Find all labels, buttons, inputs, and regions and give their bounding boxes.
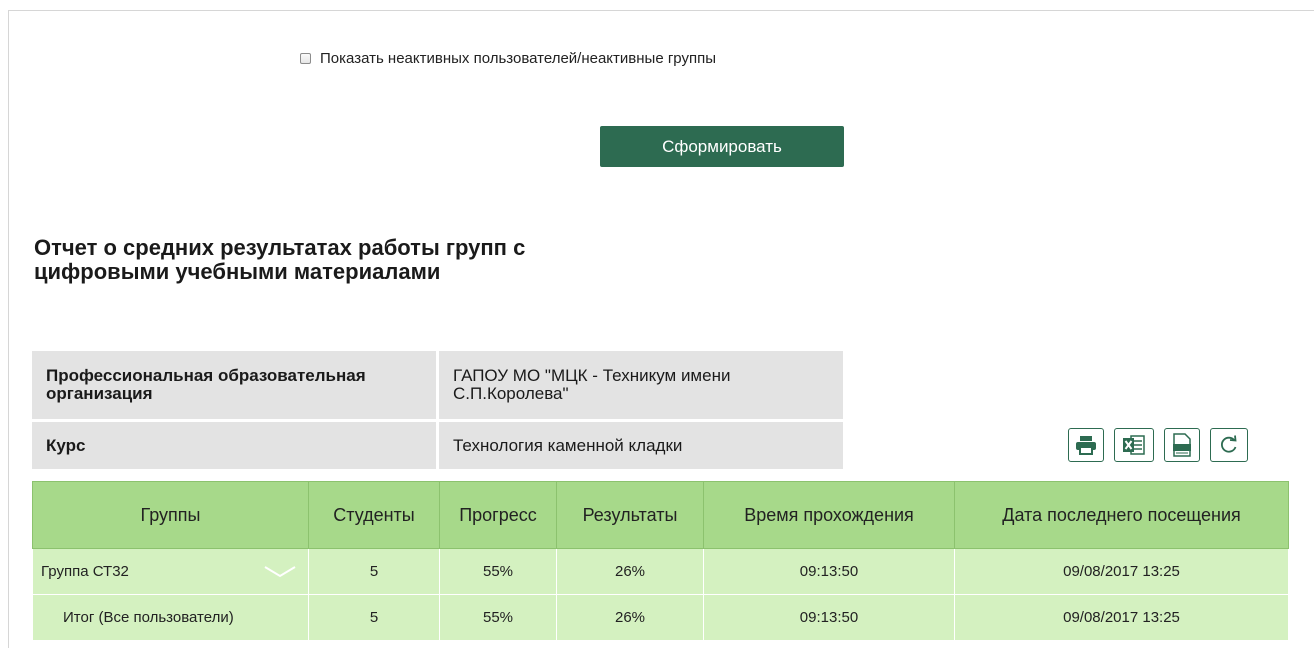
show-inactive-filter[interactable]: Показать неактивных пользователей/неакти… <box>300 50 716 67</box>
show-inactive-checkbox[interactable] <box>300 53 311 64</box>
info-label-organization: Профессиональная образовательная организ… <box>32 351 439 419</box>
last-visit-cell: 09/08/2017 13:25 <box>954 548 1289 595</box>
info-row-organization: Профессиональная образовательная организ… <box>32 351 843 419</box>
progress-cell: 55% <box>439 594 557 641</box>
results-cell: 26% <box>556 548 704 595</box>
pdf-icon <box>1173 433 1191 457</box>
print-button[interactable] <box>1068 428 1104 462</box>
last-visit-cell: 09/08/2017 13:25 <box>954 594 1289 641</box>
column-header-results[interactable]: Результаты <box>556 481 704 549</box>
column-header-students[interactable]: Студенты <box>308 481 440 549</box>
export-excel-button[interactable] <box>1114 428 1154 462</box>
generate-button[interactable]: Сформировать <box>600 126 844 167</box>
duration-cell: 09:13:50 <box>703 594 955 641</box>
info-label-course: Курс <box>32 422 439 469</box>
info-value-organization: ГАПОУ МО "МЦК - Техникум имени С.П.Корол… <box>439 351 843 419</box>
results-table: Группы Студенты Прогресс Результаты Врем… <box>32 481 1289 641</box>
print-icon <box>1076 436 1096 455</box>
results-cell: 26% <box>556 594 704 641</box>
table-row-total: Итог (Все пользователи) 5 55% 26% 09:13:… <box>32 594 1289 641</box>
export-toolbar <box>1068 428 1248 462</box>
excel-icon <box>1123 435 1145 455</box>
group-name: Группа СТ32 <box>41 563 129 580</box>
duration-cell: 09:13:50 <box>703 548 955 595</box>
column-header-duration[interactable]: Время прохождения <box>703 481 955 549</box>
students-cell: 5 <box>308 594 440 641</box>
total-label-cell: Итог (Все пользователи) <box>32 594 309 641</box>
progress-cell: 55% <box>439 548 557 595</box>
students-cell: 5 <box>308 548 440 595</box>
info-row-course: Курс Технология каменной кладки <box>32 422 843 469</box>
column-header-progress[interactable]: Прогресс <box>439 481 557 549</box>
refresh-button[interactable] <box>1210 428 1248 462</box>
table-row: Группа СТ32 5 55% 26% 09:13:50 09/08/201… <box>32 548 1289 595</box>
report-title: Отчет о средних результатах работы групп… <box>34 235 526 284</box>
refresh-icon <box>1221 435 1237 453</box>
column-header-groups[interactable]: Группы <box>32 481 309 549</box>
report-info-table: Профессиональная образовательная организ… <box>32 348 843 472</box>
show-inactive-label: Показать неактивных пользователей/неакти… <box>320 50 716 67</box>
chevron-down-icon[interactable] <box>264 565 296 578</box>
table-header-row: Группы Студенты Прогресс Результаты Врем… <box>32 481 1289 549</box>
export-pdf-button[interactable] <box>1164 428 1200 462</box>
column-header-last-visit[interactable]: Дата последнего посещения <box>954 481 1289 549</box>
group-name-cell[interactable]: Группа СТ32 <box>32 548 309 595</box>
info-value-course: Технология каменной кладки <box>439 422 843 469</box>
